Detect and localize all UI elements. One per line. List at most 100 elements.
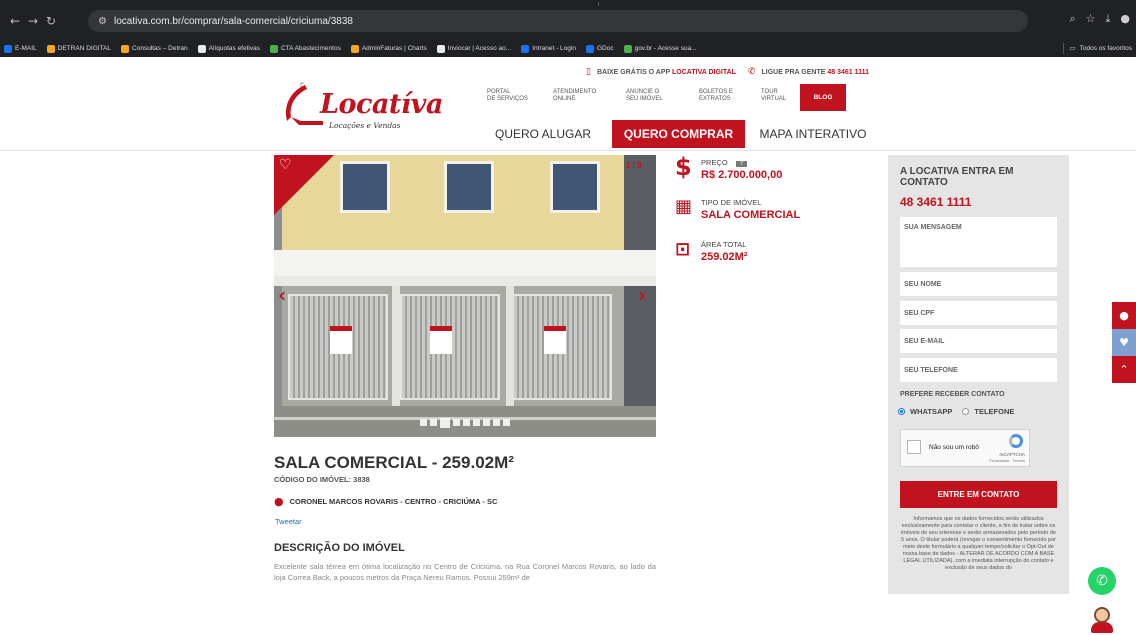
bookmark-label[interactable]: CTA Abastecimentos <box>281 45 341 52</box>
chat-assistant-avatar[interactable] <box>1087 605 1115 635</box>
form-phone[interactable]: 48 3461 1111 <box>900 195 971 209</box>
gallery-dot[interactable] <box>463 419 470 426</box>
cpf-field[interactable]: SEU CPF <box>900 301 1057 325</box>
menu-portal-servicos[interactable]: PORTAL DE SERVIÇOS <box>487 89 528 103</box>
recaptcha-label: Não sou um robô <box>929 444 979 451</box>
gallery-dot[interactable] <box>493 419 500 426</box>
app-download-link[interactable]: BAIXE GRÁTIS O APP LOCATIVA DIGITAL <box>597 69 736 76</box>
area-icon: ⊡ <box>675 239 691 260</box>
bookmark-item[interactable]: E-MAIL <box>4 44 37 53</box>
tab-divider <box>598 2 599 6</box>
forward-icon[interactable]: → <box>24 14 42 28</box>
recaptcha-checkbox[interactable] <box>907 440 921 454</box>
radio-telefone[interactable]: TELEFONE <box>962 407 1014 416</box>
property-photo-gallery[interactable]: ♡ 1 / 9 ‹ › <box>274 155 656 437</box>
recaptcha-terms[interactable]: Privacidade - Termos <box>989 459 1025 463</box>
radio-dot[interactable] <box>898 408 905 415</box>
storefront-awning <box>274 250 656 276</box>
phone-icon: ✆ <box>747 67 756 77</box>
price-help-badge[interactable]: ? <box>735 161 748 167</box>
bookmark-favicon-icon <box>121 44 130 53</box>
menu-anuncie-imovel[interactable]: ANUNCIE O SEU IMÓVEL <box>626 89 663 103</box>
bookmark-item[interactable]: GDoc <box>585 44 614 53</box>
gallery-dot[interactable] <box>503 419 510 426</box>
menu-boletos-extratos[interactable]: BOLETOS E EXTRATOS <box>699 89 733 103</box>
gallery-dot[interactable] <box>483 419 490 426</box>
photo-counter: 1 / 9 <box>626 161 642 170</box>
folder-icon: ▭ <box>1069 45 1076 52</box>
profile-icon[interactable]: ● <box>1120 12 1130 26</box>
url-bar[interactable]: ⚙ locativa.com.br/comprar/sala-comercial… <box>88 10 1028 32</box>
menu-atendimento-online[interactable]: ATENDIMENTO ONLINE <box>553 89 596 103</box>
message-textarea[interactable]: SUA MENSAGEM <box>900 217 1057 267</box>
bookmark-item[interactable]: AdminFaturas | Charts <box>350 44 427 53</box>
bookmark-label[interactable]: E-MAIL <box>15 45 37 52</box>
url-text[interactable]: locativa.com.br/comprar/sala-comercial/c… <box>114 16 353 27</box>
favorites-tab-icon[interactable]: ♥ <box>1112 329 1136 356</box>
site-info-icon[interactable]: ⚙ <box>98 16 107 27</box>
nav-quero-alugar[interactable]: QUERO ALUGAR <box>488 120 598 148</box>
side-floating-tabs: ● ♥ ⌃ <box>1112 302 1136 384</box>
dollar-icon: $ <box>675 153 692 181</box>
tab-strip <box>0 0 1136 6</box>
zoom-icon[interactable]: ⌕ <box>1069 12 1075 26</box>
bookmark-favicon-icon <box>585 44 594 53</box>
bookmark-label[interactable]: Inviocar | Acesso ao... <box>448 45 511 52</box>
bookmark-label[interactable]: AdminFaturas | Charts <box>362 45 427 52</box>
bookmark-label[interactable]: Consultas – Detran <box>132 45 188 52</box>
location-tab-icon[interactable]: ● <box>1112 302 1136 329</box>
phone-field[interactable]: SEU TELEFONE <box>900 358 1057 382</box>
tweet-link[interactable]: Tweetar <box>275 517 302 526</box>
gallery-dot[interactable] <box>430 419 437 426</box>
menu-tour-virtual[interactable]: TOUR VIRTUAL <box>761 89 786 103</box>
bookmark-label[interactable]: Intranet - Login <box>532 45 576 52</box>
building-icon: ▦ <box>675 196 693 217</box>
storefront-pillar <box>392 286 400 406</box>
scroll-top-icon[interactable]: ⌃ <box>1112 356 1136 383</box>
recaptcha-logo-icon <box>1009 434 1023 448</box>
bookmark-item[interactable]: CTA Abastecimentos <box>269 44 341 53</box>
bookmark-label[interactable]: gov.br - Acesse sua... <box>635 45 697 52</box>
site-logo[interactable]: Locatíva Locações e Vendas <box>277 81 443 133</box>
recaptcha-widget: Não sou um robô reCAPTCHA Privacidade - … <box>900 429 1030 467</box>
nav-quero-comprar[interactable]: QUERO COMPRAR <box>612 120 745 148</box>
reload-icon[interactable]: ↻ <box>42 14 60 28</box>
bookmark-star-icon[interactable]: ☆ <box>1086 12 1096 26</box>
bookmark-item[interactable]: gov.br - Acesse sua... <box>623 44 697 53</box>
bookmark-item[interactable]: Inviocar | Acesso ao... <box>436 44 511 53</box>
back-icon[interactable]: ← <box>6 14 24 28</box>
radio-whatsapp[interactable]: WHATSAPP <box>898 407 952 416</box>
whatsapp-icon[interactable]: ✆ <box>1088 567 1116 595</box>
bookmark-item[interactable]: Intranet - Login <box>521 44 576 53</box>
form-heading: A LOCATIVA ENTRA EM CONTATO <box>900 166 1014 188</box>
nav-mapa-interativo[interactable]: MAPA INTERATIVO <box>752 120 874 148</box>
top-info-bar: ▯ BAIXE GRÁTIS O APP LOCATIVA DIGITAL ✆ … <box>586 67 869 77</box>
next-photo-icon[interactable]: › <box>638 283 646 307</box>
bookmark-label[interactable]: GDoc <box>597 45 614 52</box>
price-value: R$ 2.700.000,00 <box>701 169 783 181</box>
blog-button[interactable]: BLOG <box>800 84 846 111</box>
gallery-dot[interactable] <box>453 419 460 426</box>
name-field[interactable]: SEU NOME <box>900 272 1057 296</box>
assistant-body <box>1091 622 1113 633</box>
browser-chrome: ← → ↻ ⚙ locativa.com.br/comprar/sala-com… <box>0 0 1136 40</box>
prev-photo-icon[interactable]: ‹ <box>278 283 286 307</box>
heart-icon[interactable]: ♡ <box>279 157 292 173</box>
download-icon[interactable]: ⤓ <box>1106 12 1111 26</box>
call-us-link[interactable]: LIGUE PRA GENTE 48 3461 1111 <box>761 69 869 76</box>
bookmark-favicon-icon <box>521 44 530 53</box>
submit-contact-button[interactable]: ENTRE EM CONTATO <box>900 481 1057 508</box>
bookmark-item[interactable]: Alíquotas efetivas <box>197 44 260 53</box>
bookmark-item[interactable]: Consultas – Detran <box>121 44 188 53</box>
bookmark-label[interactable]: Alíquotas efetivas <box>209 45 260 52</box>
gallery-dot[interactable] <box>473 419 480 426</box>
gallery-dot[interactable] <box>420 419 427 426</box>
bookmark-favicon-icon <box>623 44 632 53</box>
bookmark-label[interactable]: DETRAN DIGITAL <box>58 45 111 52</box>
email-field[interactable]: SEU E-MAIL <box>900 329 1057 353</box>
gallery-dot-active[interactable] <box>440 418 450 428</box>
all-favorites-folder[interactable]: ▭ Todos os favoritos <box>1069 44 1132 52</box>
radio-dot[interactable] <box>962 408 970 415</box>
bookmark-item[interactable]: DETRAN DIGITAL <box>46 44 111 53</box>
all-favorites-label[interactable]: Todos os favoritos <box>1080 45 1132 52</box>
